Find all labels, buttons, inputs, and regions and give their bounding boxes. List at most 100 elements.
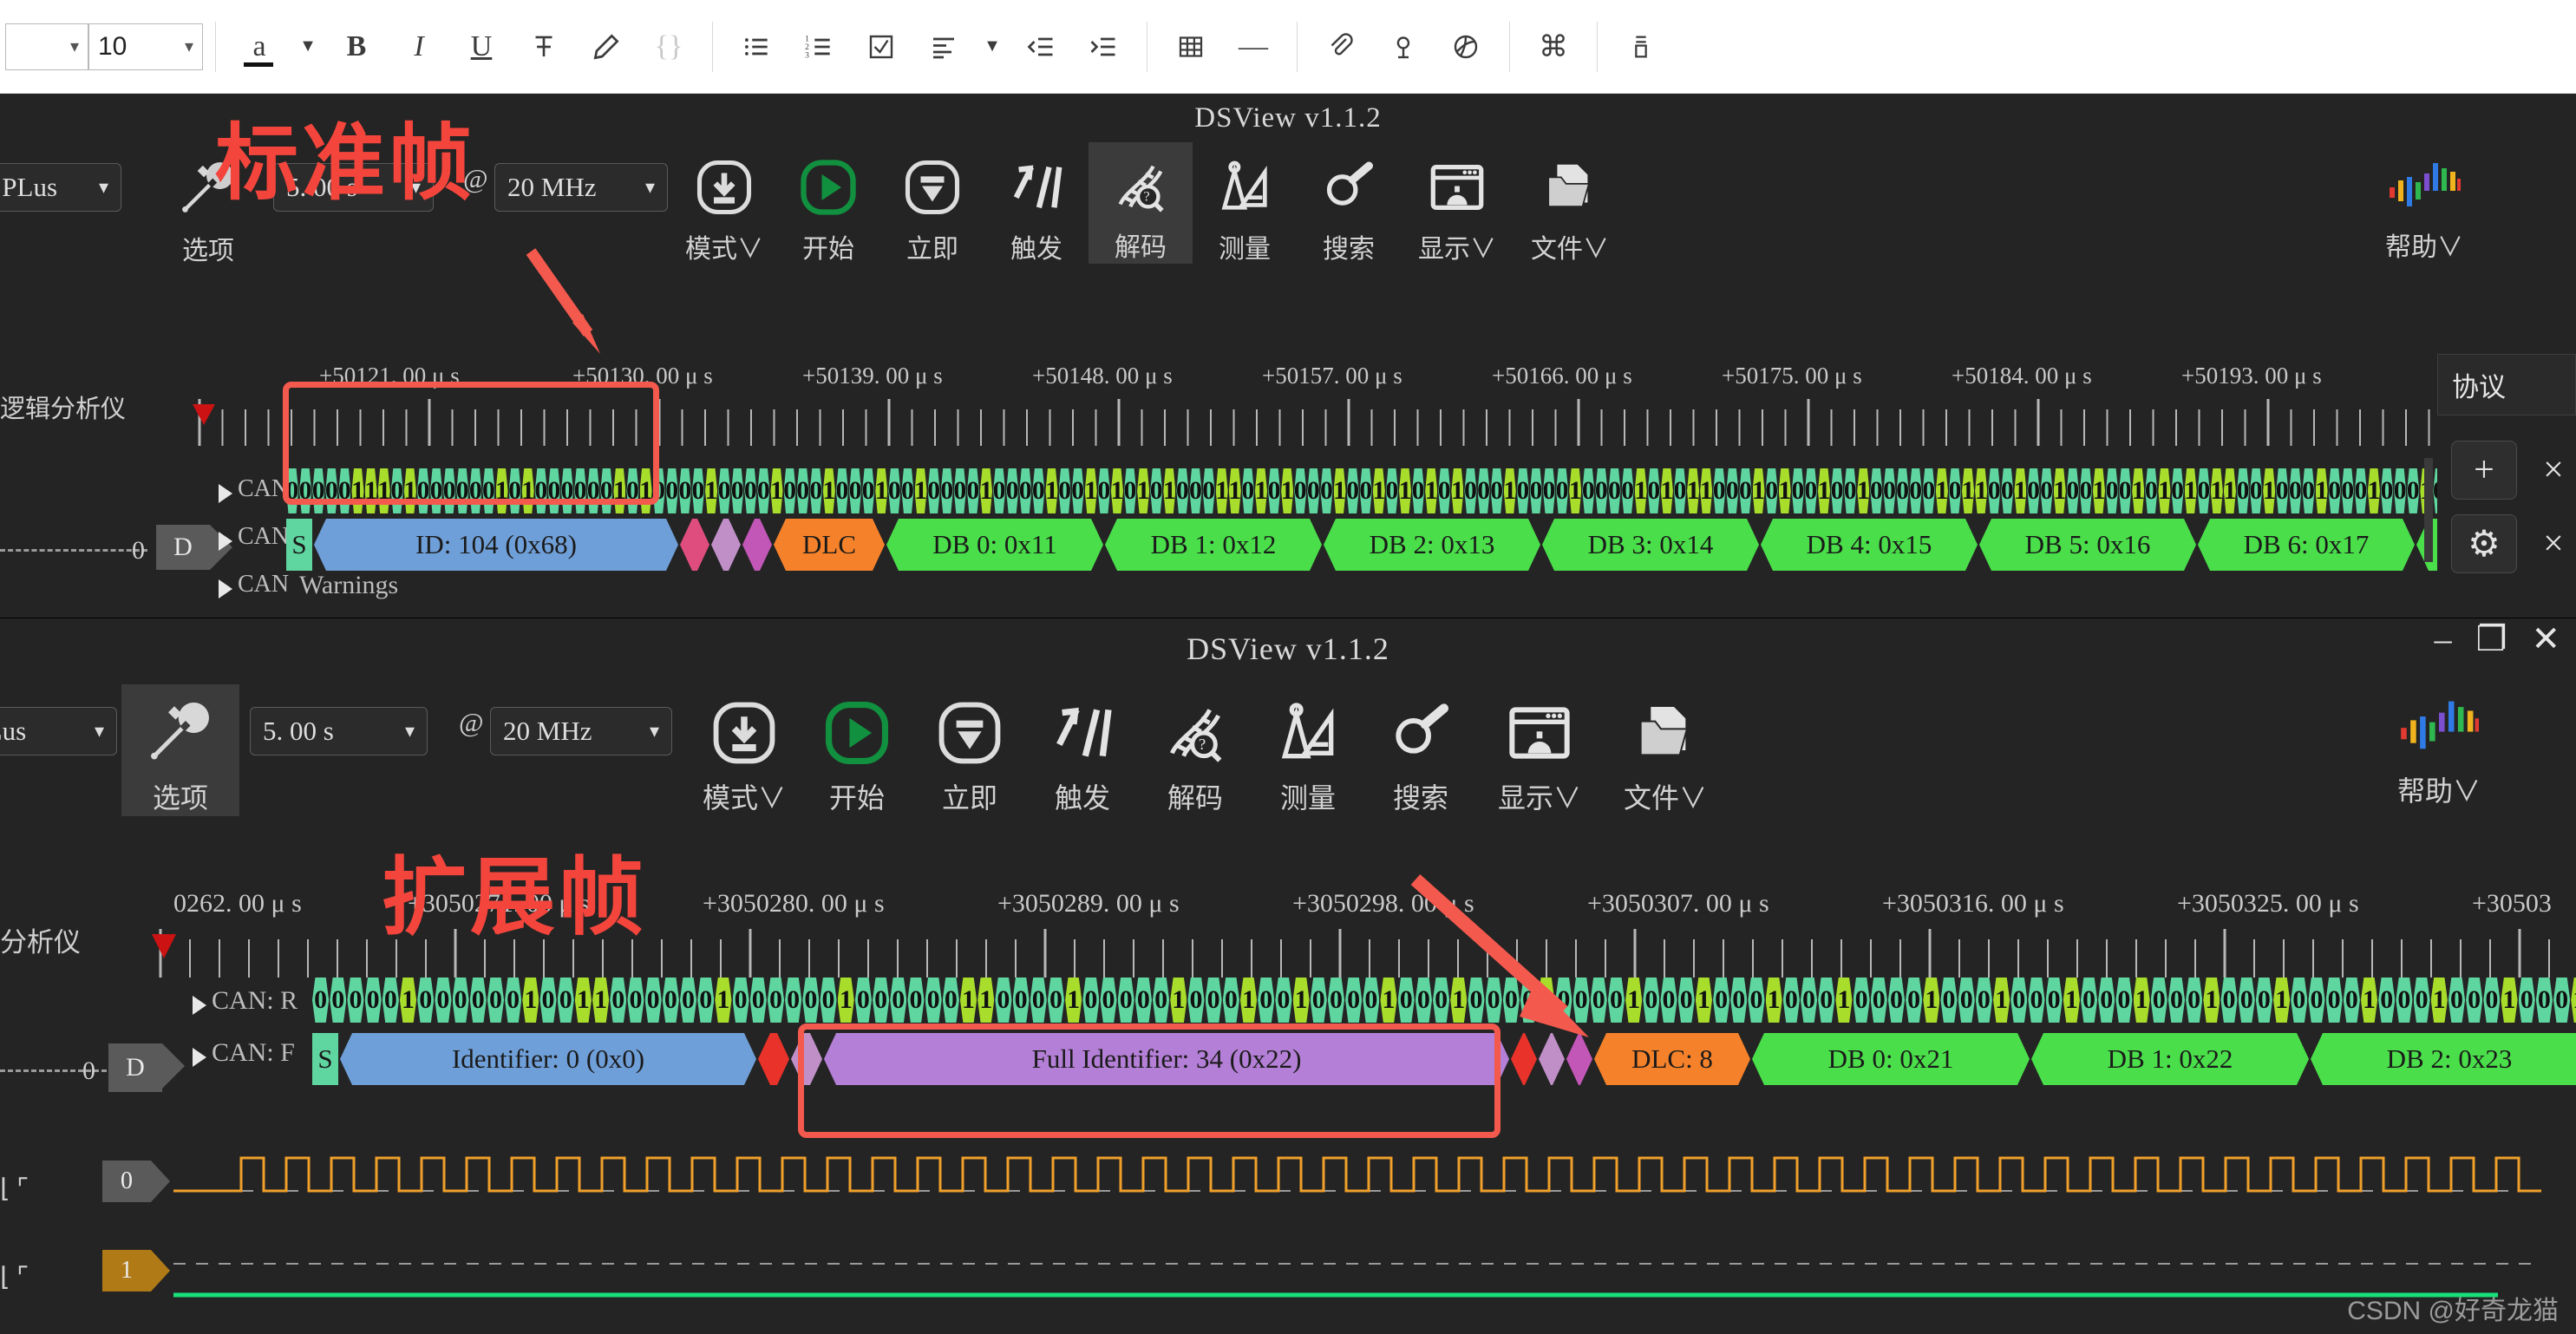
channel-badge[interactable]: D [108,1043,185,1092]
checklist-icon[interactable] [850,16,912,77]
bit-cell: 0 [2010,978,2028,1023]
trigger-button-bottom[interactable]: 触发 [1028,684,1137,816]
display-button-top[interactable]: 显示∨ [1401,142,1514,265]
ruler-label: +3050316. 00 μ s [1882,889,2064,918]
decoded-field-rtr[interactable] [680,519,709,571]
decoded-field-dlc[interactable]: DLC [774,519,885,571]
clear-decoder-button[interactable]: × [2520,514,2576,573]
device-select-top[interactable]: SLogic PLus ▾ [0,163,121,212]
remove-decoder-button[interactable]: × [2520,441,2576,500]
measure-button-top[interactable]: 测量 [1193,142,1297,265]
decoded-field-sof[interactable]: S [286,519,312,571]
underline-icon[interactable]: U [450,16,513,77]
highlighter-icon[interactable] [575,16,637,77]
instant-button-top[interactable]: 立即 [880,142,984,265]
decoded-field-data[interactable]: DB 6: 0x17 [2198,519,2415,571]
font-color-dropdown-icon[interactable]: ▼ [291,16,325,77]
align-dropdown-icon[interactable]: ▼ [975,16,1010,77]
add-decoder-button[interactable]: + [2451,441,2517,500]
decoded-field-data[interactable]: DB 4: 0x15 [1761,519,1978,571]
decoded-field-data[interactable]: DB 2: 0x13 [1324,519,1540,571]
bit-cell: 0 [1887,978,1906,1023]
decode-button-top[interactable]: ? 解码 [1089,142,1193,264]
decoded-field-id[interactable]: ID: 104 (0x68) [314,519,678,571]
expand-arrow-icon[interactable] [219,579,232,598]
start-button-bottom[interactable]: 开始 [802,684,912,816]
channel-badge[interactable]: D [156,525,232,570]
numbered-list-icon[interactable]: 1 2 3 [788,16,850,77]
search-button-bottom[interactable]: 搜索 [1366,684,1475,816]
minimize-button[interactable]: – [2435,622,2452,657]
table-icon[interactable] [1160,16,1222,77]
outdent-icon[interactable] [1010,16,1072,77]
decoded-field-data[interactable]: DB 5: 0x16 [1979,519,2196,571]
italic-icon[interactable]: I [388,16,450,77]
samplerate-select-bottom[interactable]: 20 MHz ▾ [490,707,672,755]
attachment-icon[interactable] [1310,16,1372,77]
bit-cell: 0 [1906,978,1923,1023]
close-button[interactable]: ✕ [2531,622,2560,657]
decode-button-bottom[interactable]: ? 解码 [1141,684,1250,816]
instant-button-bottom[interactable]: 立即 [915,684,1024,816]
bit-cell: 0 [927,468,940,513]
decoded-field-ide[interactable] [711,519,741,571]
horizontal-rule-icon[interactable]: — [1222,16,1285,77]
bit-cell: 0 [1189,468,1202,513]
decoded-field-data[interactable]: DB 3: 0x14 [1542,519,1759,571]
expand-arrow-icon[interactable] [219,484,232,503]
indent-icon[interactable] [1072,16,1134,77]
decoded-field-id[interactable]: Identifier: 0 (0x0) [340,1033,756,1085]
bit-cell: 0 [1464,468,1477,513]
measure-button-bottom[interactable]: 测量 [1253,684,1363,816]
file-button-bottom[interactable]: 文件∨ [1605,684,1726,816]
samplerate-select-top[interactable]: 20 MHz ▾ [494,163,668,212]
mode-button-bottom[interactable]: 模式∨ [690,684,799,816]
trigger-icon [1006,151,1067,224]
decoded-field-data[interactable]: DB 1: 0x12 [1105,519,1322,571]
decoded-fields-top: S ID: 104 (0x68) DLC DB 0: 0x11 DB 1: 0x12 DB… [286,519,2496,571]
expand-arrow-icon[interactable] [193,1048,206,1067]
trigger-button-top[interactable]: 触发 [984,142,1089,265]
titlebar-bottom: DSView v1.1.2 – ❐ ✕ [0,618,2576,679]
duration-select-bottom[interactable]: 5. 00 s ▾ [250,707,428,755]
strikethrough-icon[interactable] [513,16,575,77]
start-button-top[interactable]: 开始 [776,142,880,265]
bullet-list-icon[interactable] [725,16,788,77]
decoded-field-data[interactable]: DB 1: 0x22 [2031,1033,2309,1085]
options-button-bottom[interactable]: 选项 [121,684,239,816]
align-icon[interactable] [912,16,975,77]
clipboard-icon[interactable] [1610,16,1672,77]
maximize-button[interactable]: ❐ [2476,622,2507,657]
decoder-settings-button[interactable]: ⚙ [2451,514,2517,573]
expand-arrow-icon[interactable] [219,532,232,551]
bookmark-icon[interactable] [1372,16,1435,77]
bit-cell: 0 [665,468,678,513]
font-size-select[interactable]: 10 ▾ [88,23,203,70]
decoded-field-srr[interactable] [758,1033,789,1085]
paragraph-style-select[interactable]: ▾ [5,23,88,70]
command-icon[interactable]: ⌘ [1522,16,1585,77]
decoded-field-sof[interactable]: S [312,1033,338,1085]
decoded-field-data[interactable]: DB 0: 0x21 [1752,1033,2030,1085]
code-braces-icon[interactable]: {} [637,16,700,77]
decoded-field-data[interactable]: DB 2: 0x23 [2311,1033,2576,1085]
emoji-icon[interactable] [1435,16,1497,77]
help-button-top[interactable]: 帮助∨ [2385,149,2463,264]
bold-icon[interactable]: B [325,16,388,77]
help-button-bottom[interactable]: 帮助∨ [2397,686,2481,809]
file-button-top[interactable]: 文件∨ [1514,142,1626,265]
font-color-icon[interactable]: a [228,16,291,77]
bit-cell: 0 [1713,468,1726,513]
bit-cell: 1 [822,468,835,513]
chevron-down-icon: ▾ [644,176,655,198]
decoded-field-data[interactable]: DB 0: 0x11 [886,519,1103,571]
search-button-top[interactable]: 搜索 [1297,142,1401,265]
decoded-field-r0[interactable] [742,519,772,571]
ruler-label: +50184. 00 μ s [1952,363,2092,389]
vertical-scrollbar-top[interactable] [2424,458,2433,562]
device-select-bottom[interactable]: c PLus ▾ [0,707,117,755]
display-button-bottom[interactable]: 显示∨ [1479,684,1600,816]
expand-arrow-icon[interactable] [193,996,206,1015]
bit-cell: 0 [691,468,704,513]
mode-button-top[interactable]: 模式∨ [672,142,776,265]
